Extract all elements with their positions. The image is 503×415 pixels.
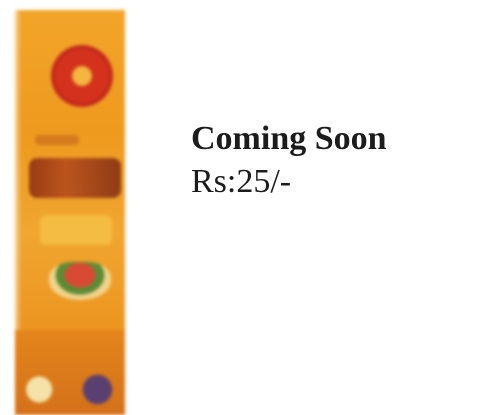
flower-logo-icon [51,45,113,107]
product-price: Rs:25/- [191,163,292,200]
product-card: Coming Soon Rs:25/- [0,0,503,415]
package-bottom-artwork [15,330,125,415]
product-title[interactable]: Coming Soon [191,118,387,160]
package-label-strip [35,135,79,145]
food-bowl-icon [49,262,111,300]
product-image[interactable] [15,10,125,415]
package-brand-mark [29,158,121,198]
package-text-band [40,215,112,245]
product-info: Coming Soon Rs:25/- [191,118,387,204]
